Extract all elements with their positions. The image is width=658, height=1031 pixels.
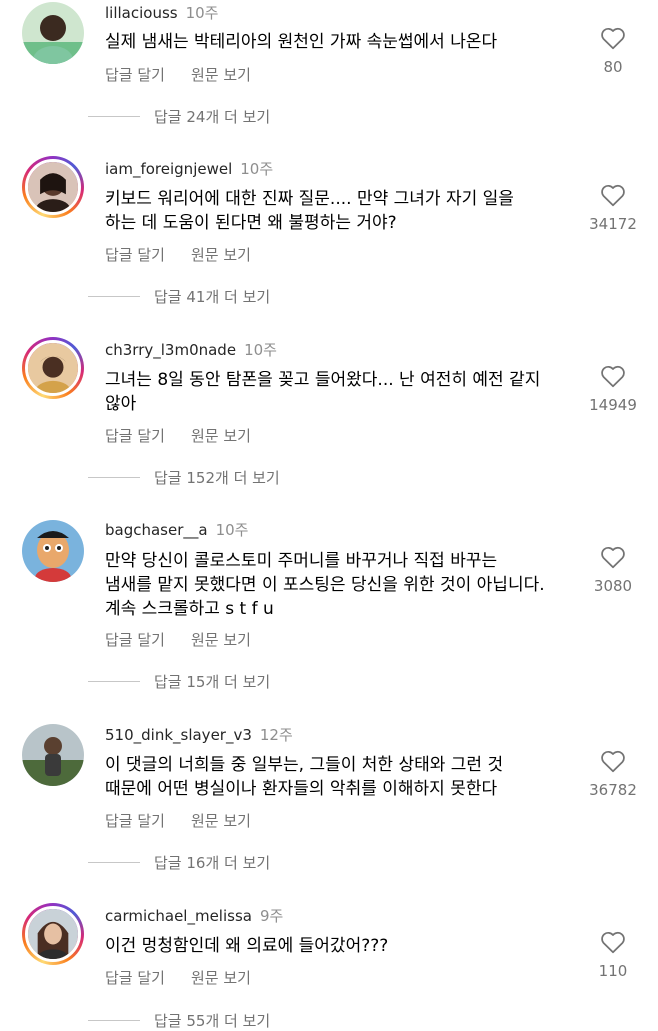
replies-divider — [88, 862, 140, 863]
see-translation-button[interactable]: 원문 보기 — [191, 66, 251, 84]
view-replies-button[interactable]: 답글 24개 더 보기 — [154, 106, 270, 127]
replies-divider — [88, 116, 140, 117]
comment-text-line: 그녀는 8일 동안 탐폰을 꽂고 들어왔다... 난 여전히 예전 같지 — [105, 370, 541, 390]
comment-time: 10주 — [215, 521, 249, 539]
comment-text-line: 않아 — [105, 394, 137, 414]
comment-username[interactable]: carmichael_melissa — [105, 907, 252, 925]
heart-icon[interactable] — [600, 930, 626, 954]
view-replies-button[interactable]: 답글 41개 더 보기 — [154, 286, 270, 307]
like-count: 34172 — [589, 215, 637, 233]
heart-icon[interactable] — [600, 26, 626, 50]
avatar[interactable] — [22, 156, 84, 218]
avatar[interactable] — [22, 724, 84, 786]
view-replies-button[interactable]: 답글 55개 더 보기 — [154, 1010, 270, 1031]
see-translation-button[interactable]: 원문 보기 — [191, 631, 251, 649]
avatar[interactable] — [22, 2, 84, 64]
comment-username[interactable]: iam_foreignjewel — [105, 160, 232, 178]
comment-username[interactable]: bagchaser__a — [105, 521, 208, 539]
see-translation-button[interactable]: 원문 보기 — [191, 427, 251, 445]
comment-text-line: 계속 스크롤하고 s t f u — [105, 599, 274, 619]
comment-text-line: 때문에 어떤 병실이나 환자들의 악취를 이해하지 못한다 — [105, 779, 498, 799]
view-replies-button[interactable]: 답글 16개 더 보기 — [154, 852, 270, 873]
reply-button[interactable]: 답글 달기 — [105, 631, 165, 649]
heart-icon[interactable] — [600, 749, 626, 773]
comment-time: 10주 — [240, 160, 274, 178]
view-replies-button[interactable]: 답글 152개 더 보기 — [154, 467, 280, 488]
reply-button[interactable]: 답글 달기 — [105, 66, 165, 84]
comment-text-line: 키보드 워리어에 대한 진짜 질문.... 만약 그녀가 자기 일을 — [105, 189, 514, 209]
replies-divider — [88, 681, 140, 682]
comment-username[interactable]: lillaciouss — [105, 4, 178, 22]
avatar-photo-icon — [28, 162, 78, 212]
like-count: 36782 — [589, 781, 637, 799]
comment-time: 10주 — [244, 341, 277, 359]
avatar-photo-icon — [22, 2, 84, 64]
comment-text-line: 이 댓글의 너희들 중 일부는, 그들이 처한 상태와 그런 것 — [105, 755, 504, 775]
comment-time: 10주 — [185, 4, 219, 22]
avatar[interactable] — [22, 337, 84, 399]
avatar[interactable] — [22, 903, 84, 965]
like-count: 80 — [603, 58, 623, 76]
reply-button[interactable]: 답글 달기 — [105, 246, 165, 264]
comment-text-line: 냄새를 맡지 못했다면 이 포스팅은 당신을 위한 것이 아닙니다. — [105, 575, 545, 595]
reply-button[interactable]: 답글 달기 — [105, 812, 165, 830]
see-translation-button[interactable]: 원문 보기 — [191, 969, 251, 987]
comment-username[interactable]: ch3rry_l3m0nade — [105, 341, 236, 359]
reply-button[interactable]: 답글 달기 — [105, 969, 165, 987]
heart-icon[interactable] — [600, 545, 626, 569]
avatar-photo-icon — [28, 909, 78, 959]
heart-icon[interactable] — [600, 364, 626, 388]
avatar-photo-icon — [22, 724, 84, 786]
see-translation-button[interactable]: 원문 보기 — [191, 812, 251, 830]
comment-username[interactable]: 510_dink_slayer_v3 — [105, 726, 252, 744]
reply-button[interactable]: 답글 달기 — [105, 427, 165, 445]
comment-text-line: 실제 냄새는 박테리아의 원천인 가짜 속눈썹에서 나온다 — [105, 32, 498, 52]
comment-time: 12주 — [259, 726, 293, 744]
avatar-cartoon-icon — [22, 520, 84, 582]
comment-text-line: 이건 멍청함인데 왜 의료에 들어갔어??? — [105, 936, 389, 956]
replies-divider — [88, 296, 140, 297]
replies-divider — [88, 477, 140, 478]
avatar[interactable] — [22, 520, 84, 582]
comment-text-line: 만약 당신이 콜로스토미 주머니를 바꾸거나 직접 바꾸는 — [105, 551, 498, 571]
view-replies-button[interactable]: 답글 15개 더 보기 — [154, 671, 270, 692]
see-translation-button[interactable]: 원문 보기 — [191, 246, 251, 264]
comment-text-line: 하는 데 도움이 된다면 왜 불평하는 거야? — [105, 213, 397, 233]
heart-icon[interactable] — [600, 183, 626, 207]
like-count: 14949 — [589, 396, 637, 414]
comment-time: 9주 — [259, 907, 284, 925]
like-count: 3080 — [593, 577, 633, 595]
avatar-photo-icon — [28, 343, 78, 393]
replies-divider — [88, 1020, 140, 1021]
like-count: 110 — [598, 962, 628, 980]
